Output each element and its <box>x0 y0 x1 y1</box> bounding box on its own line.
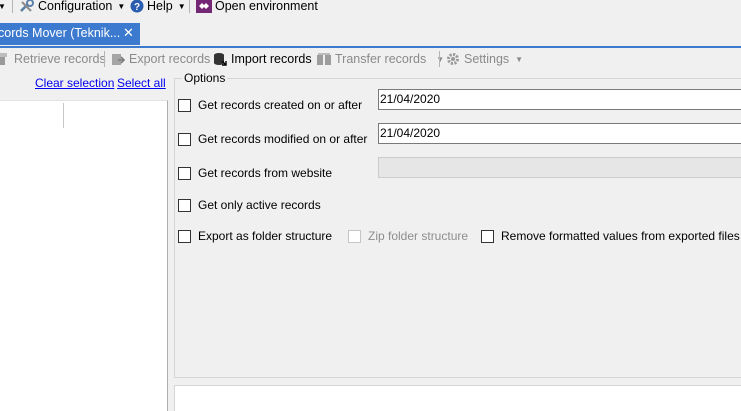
toolbar-separator <box>439 51 440 67</box>
export-records-button[interactable]: Export records <box>111 50 210 68</box>
menu-separator <box>189 0 190 13</box>
menu-open-environment-label: Open environment <box>215 0 318 13</box>
folder-structure-checkbox[interactable] <box>178 229 191 243</box>
created-after-label: Get records created on or after <box>198 98 363 112</box>
menu-configuration-label: Configuration <box>38 0 113 13</box>
created-after-date-input[interactable]: 21/04/2020 <box>378 89 741 110</box>
log-output-box[interactable] <box>174 385 741 411</box>
retrieve-records-label: Retrieve records <box>14 52 106 66</box>
menu-bar: ▼ Configuration ▼ ? Help ▼ Open environm… <box>0 0 741 15</box>
from-website-option[interactable]: Get records from website <box>178 165 332 181</box>
entity-list[interactable] <box>0 100 168 411</box>
chevron-down-icon: ▼ <box>515 54 524 64</box>
created-after-checkbox[interactable] <box>178 98 191 112</box>
database-import-icon <box>214 53 227 66</box>
transfer-records-label: Transfer records <box>335 52 427 66</box>
modified-after-date-input[interactable]: 21/04/2020 <box>378 123 741 144</box>
import-records-label: Import records <box>231 52 312 66</box>
export-icon <box>112 54 125 65</box>
help-icon: ? <box>130 0 144 13</box>
tab-title: cords Mover (Teknik... <box>0 26 121 40</box>
chevron-down-icon: ▼ <box>117 1 126 11</box>
toolbar-separator <box>104 51 105 67</box>
zip-folder-checkbox <box>348 229 361 243</box>
created-after-option[interactable]: Get records created on or after <box>178 97 362 113</box>
remove-formatted-label: Remove formatted values from exported fi… <box>501 229 740 243</box>
menu-help-label: Help <box>147 0 173 13</box>
from-website-checkbox[interactable] <box>178 166 191 180</box>
from-website-label: Get records from website <box>198 166 333 180</box>
import-records-button[interactable]: Import records <box>213 50 312 68</box>
menu-help[interactable]: ? Help ▼ <box>130 0 186 14</box>
zip-folder-option: Zip folder structure <box>348 228 468 244</box>
modified-after-option[interactable]: Get records modified on or after <box>178 131 367 147</box>
modified-after-label: Get records modified on or after <box>198 132 368 146</box>
transfer-records-button[interactable]: Transfer records ▼ <box>317 50 444 68</box>
svg-text:?: ? <box>134 2 140 13</box>
clear-selection-link[interactable]: Clear selection <box>35 76 114 90</box>
environment-icon <box>196 0 212 13</box>
retrieve-icon <box>0 53 7 65</box>
list-column-divider <box>63 103 64 128</box>
toolbar: Retrieve records Export records Import r… <box>0 48 741 70</box>
menu-open-environment[interactable]: Open environment <box>196 0 318 14</box>
only-active-checkbox[interactable] <box>178 198 191 212</box>
retrieve-records-button[interactable]: Retrieve records <box>0 50 106 68</box>
selection-links: Clear selection Select all <box>0 76 168 92</box>
chevron-down-icon: ▼ <box>177 1 186 11</box>
remove-formatted-option[interactable]: Remove formatted values from exported fi… <box>481 228 740 244</box>
tab-records-mover[interactable]: cords Mover (Teknik... ✕ <box>0 23 140 45</box>
options-legend: Options <box>182 71 228 85</box>
website-select-disabled <box>378 157 741 178</box>
folder-structure-label: Export as folder structure <box>198 229 333 243</box>
menu-separator <box>12 0 13 13</box>
document-tab-strip: cords Mover (Teknik... ✕ <box>0 22 741 46</box>
chevron-down-icon: ▼ <box>436 54 445 64</box>
menu-dropdown-caret[interactable]: ▼ <box>0 0 6 14</box>
only-active-option[interactable]: Get only active records <box>178 197 321 213</box>
modified-after-checkbox[interactable] <box>178 132 191 146</box>
settings-button[interactable]: Settings ▼ <box>446 50 523 68</box>
remove-formatted-checkbox[interactable] <box>481 229 494 243</box>
settings-label: Settings <box>464 52 510 66</box>
select-all-link[interactable]: Select all <box>117 76 166 90</box>
menu-configuration[interactable]: Configuration ▼ <box>19 0 125 14</box>
export-records-label: Export records <box>129 52 211 66</box>
gear-icon <box>447 53 459 65</box>
entity-list-panel: Clear selection Select all <box>0 70 168 411</box>
transfer-icon <box>317 53 331 65</box>
close-icon[interactable]: ✕ <box>123 25 134 41</box>
folder-structure-option[interactable]: Export as folder structure <box>178 228 332 244</box>
only-active-label: Get only active records <box>198 198 321 212</box>
zip-folder-label: Zip folder structure <box>368 229 469 243</box>
wrench-icon <box>20 0 34 12</box>
chevron-down-icon: ▼ <box>0 1 6 11</box>
